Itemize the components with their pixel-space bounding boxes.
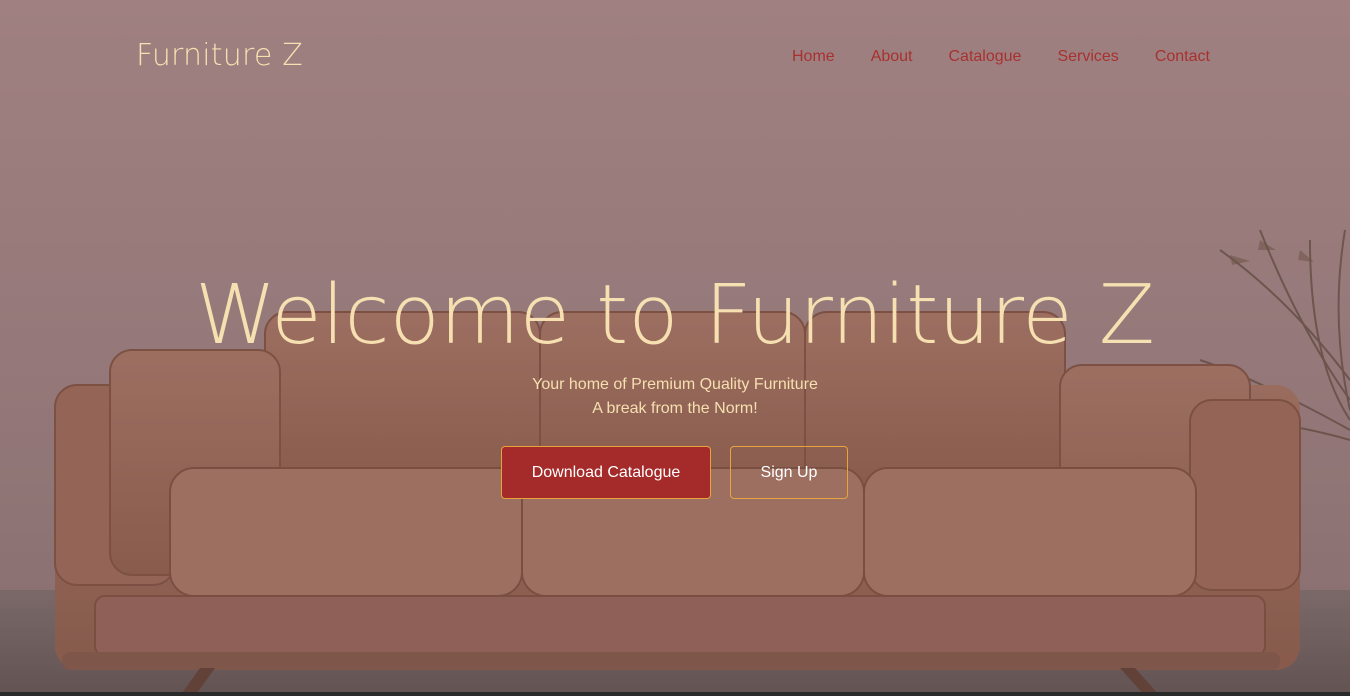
hero-subtitle-line1: Your home of Premium Quality Furniture (532, 376, 818, 393)
nav-catalogue[interactable]: Catalogue (949, 48, 1022, 66)
nav-about[interactable]: About (871, 48, 913, 66)
main-nav: Home About Catalogue Services Contact (792, 48, 1210, 66)
hero-section: Furniture Z Home About Catalogue Service… (0, 0, 1350, 696)
brand-logo[interactable]: Furniture Z (136, 38, 303, 73)
sign-up-button[interactable]: Sign Up (730, 446, 848, 499)
download-catalogue-button[interactable]: Download Catalogue (501, 446, 711, 499)
nav-home[interactable]: Home (792, 48, 835, 66)
hero-headline: Welcome to Furniture Z (195, 268, 1155, 363)
nav-services[interactable]: Services (1057, 48, 1118, 66)
page-bottom-edge (0, 692, 1350, 696)
nav-contact[interactable]: Contact (1155, 48, 1210, 66)
hero-subtitle-line2: A break from the Norm! (592, 400, 758, 417)
